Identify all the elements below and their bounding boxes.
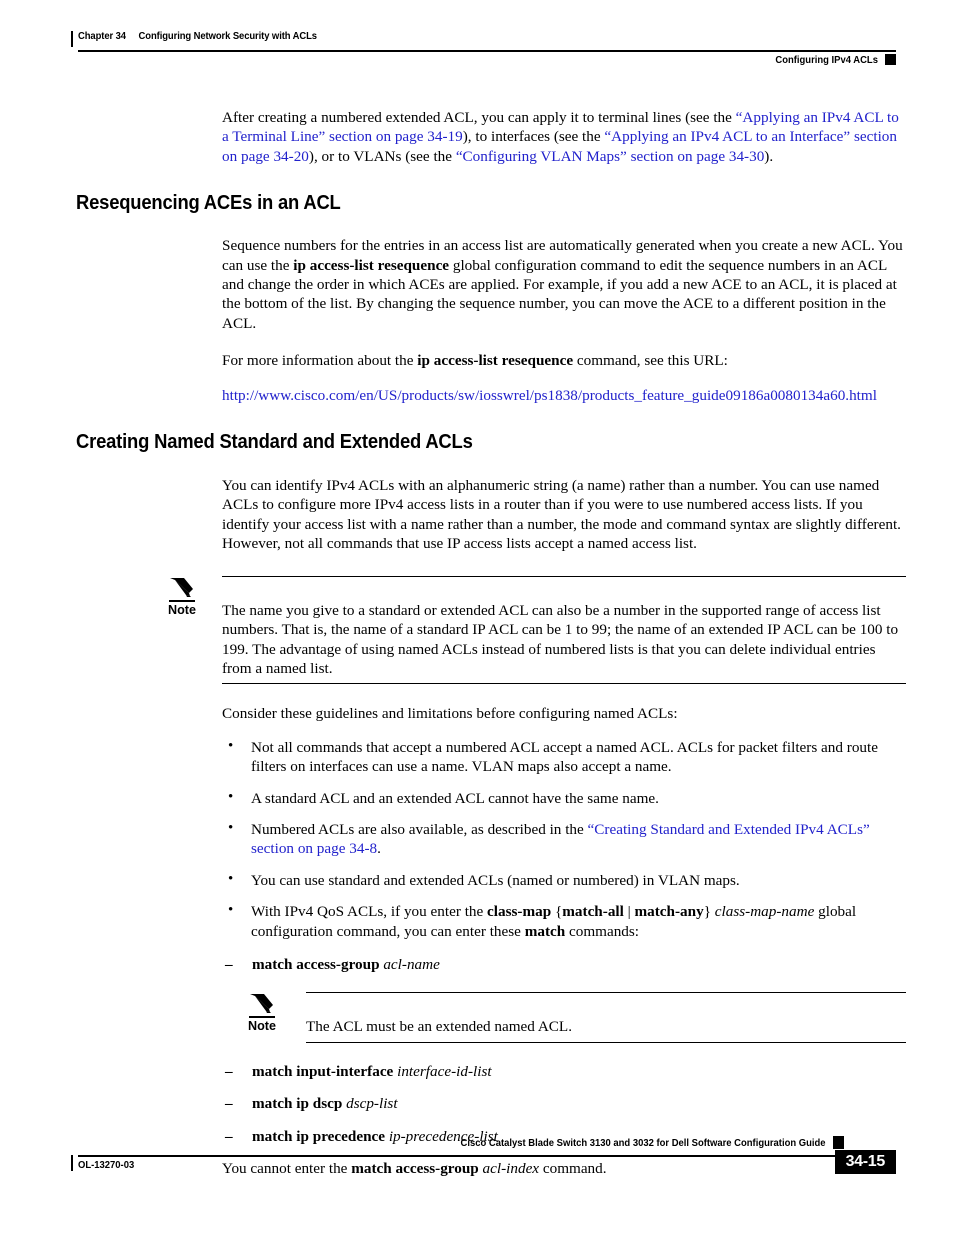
bullet-5-text-2: { <box>551 903 563 921</box>
page-content: After creating a numbered extended ACL, … <box>0 108 954 1192</box>
heading-named-acls-wrapper: Creating Named Standard and Extended ACL… <box>76 431 954 454</box>
note-1-text: The name you give to a standard or exten… <box>222 601 899 677</box>
list-item: • A standard ACL and an extended ACL can… <box>222 789 906 808</box>
named-acls-paragraph-1: You can identify IPv4 ACLs with an alpha… <box>222 477 901 553</box>
list-item: • With IPv4 QoS ACLs, if you enter the c… <box>222 902 906 941</box>
keyword-match-any: match-any <box>634 903 704 921</box>
note-2-gutter: Note <box>248 992 306 1042</box>
heading-creating-named-acls: Creating Named Standard and Extended ACL… <box>76 431 473 454</box>
header-chapter-number: Chapter 34 <box>78 30 126 42</box>
header-section-title: Configuring IPv4 ACLs <box>775 54 878 66</box>
command-class-map: class-map <box>487 903 552 921</box>
bullet-1-text: Not all commands that accept a numbered … <box>251 738 878 776</box>
footer-square-marker <box>833 1136 844 1149</box>
bullet-3-text-2: . <box>377 840 381 858</box>
command-match-input-interface: match input-interface <box>252 1062 394 1080</box>
intro-paragraph-block: After creating a numbered extended ACL, … <box>222 108 906 166</box>
list-item: • You can use standard and extended ACLs… <box>222 871 906 890</box>
named-acls-intro: You can identify IPv4 ACLs with an alpha… <box>222 476 906 554</box>
bullet-3-text-1: Numbered ACLs are also available, as des… <box>251 820 588 838</box>
reseq2-text-2: command, see this URL: <box>573 352 728 370</box>
match-command-list-2: – match input-interface interface-id-lis… <box>222 1062 906 1146</box>
link-configuring-vlan-maps[interactable]: “Configuring VLAN Maps” section on page … <box>456 148 764 165</box>
note-1-icon-underline <box>169 599 195 602</box>
variable-interface-id-list: interface-id-list <box>397 1062 492 1080</box>
bullet-marker-icon: • <box>228 788 234 805</box>
note-1-gutter: Note <box>168 576 222 685</box>
header-chapter-line: Chapter 34 Configuring Network Security … <box>78 30 317 42</box>
resequencing-paragraph-2: For more information about the ip access… <box>222 351 906 370</box>
bullet-2-text: A standard ACL and an extended ACL canno… <box>251 789 659 807</box>
bullet-marker-icon: • <box>228 819 234 836</box>
dash-marker-icon: – <box>225 955 233 973</box>
note-2-label: Note <box>248 1019 276 1034</box>
bullet-marker-icon: • <box>228 902 234 919</box>
list-item: • Numbered ACLs are also available, as d… <box>222 820 906 859</box>
bullet-5-text-6: commands: <box>565 922 640 940</box>
list-item: – match access-group acl-name <box>222 955 906 974</box>
footer-rule <box>78 1155 844 1157</box>
note-2-icon-underline <box>249 1016 275 1019</box>
header-chapter-title: Configuring Network Security with ACLs <box>138 30 318 42</box>
footer-left-tick <box>71 1155 73 1171</box>
header-square-marker <box>885 54 896 65</box>
bullet-marker-icon: • <box>228 870 234 887</box>
pencil-icon <box>249 992 275 1019</box>
bullet-4-text: You can use standard and extended ACLs (… <box>251 871 740 889</box>
match-command-list-1: – match access-group acl-name <box>222 955 906 974</box>
note-1-body: The name you give to a standard or exten… <box>222 575 906 685</box>
variable-acl-name: acl-name <box>383 955 440 973</box>
guidelines-block: Consider these guidelines and limitation… <box>222 704 906 974</box>
heading-resequencing-wrapper: Resequencing ACEs in an ACL <box>76 192 954 215</box>
guidelines-intro: Consider these guidelines and limitation… <box>222 705 678 723</box>
footer-page-number: 34-15 <box>834 1150 896 1174</box>
list-item: • Not all commands that accept a numbere… <box>222 738 906 777</box>
document-page: Chapter 34 Configuring Network Security … <box>0 0 954 1235</box>
dash-marker-icon: – <box>225 1062 233 1080</box>
keyword-match-all: match-all <box>562 903 624 921</box>
link-cisco-feature-guide-url[interactable]: http://www.cisco.com/en/US/products/sw/i… <box>222 386 906 405</box>
intro-paragraph: After creating a numbered extended ACL, … <box>222 108 906 166</box>
command-match-ip-dscp: match ip dscp <box>252 1095 343 1113</box>
header-rule <box>78 50 896 52</box>
command-ip-access-list-resequence-2: ip access-list resequence <box>417 352 574 370</box>
intro-text-2: ), to interfaces (see the <box>462 128 605 146</box>
bullet-5-text-4: } <box>703 903 715 921</box>
command-match: match <box>524 922 566 940</box>
bullet-marker-icon: • <box>228 737 234 754</box>
page-footer: Cisco Catalyst Blade Switch 3130 and 303… <box>0 1136 954 1197</box>
footer-document-number: OL-13270-03 <box>78 1159 135 1171</box>
list-item: – match ip dscp dscp-list <box>222 1094 906 1113</box>
list-item: – match input-interface interface-id-lis… <box>222 1062 906 1081</box>
note-block-2: Note The ACL must be an extended named A… <box>248 992 906 1043</box>
intro-text-1: After creating a numbered extended ACL, … <box>222 109 736 126</box>
guidelines-bullet-list: • Not all commands that accept a numbere… <box>222 738 906 941</box>
note-2-text: The ACL must be an extended named ACL. <box>306 1018 573 1036</box>
bullet-5-text-3: | <box>623 903 635 921</box>
command-ip-access-list-resequence-1: ip access-list resequence <box>293 256 450 274</box>
note-block-1: Note The name you give to a standard or … <box>168 575 906 685</box>
footer-guide-title: Cisco Catalyst Blade Switch 3130 and 303… <box>461 1137 826 1149</box>
command-match-access-group: match access-group <box>252 955 380 973</box>
intro-text-3: ), or to VLANs (see the <box>308 147 456 165</box>
intro-text-4: ). <box>764 147 774 165</box>
heading-resequencing-aces: Resequencing ACEs in an ACL <box>76 192 341 215</box>
bullet-5-text-1: With IPv4 QoS ACLs, if you enter the <box>251 903 488 921</box>
pencil-icon <box>169 576 195 603</box>
variable-class-map-name: class-map-name <box>714 903 815 921</box>
dash-marker-icon: – <box>225 1095 233 1113</box>
header-left-tick <box>71 31 73 47</box>
variable-dscp-list: dscp-list <box>346 1095 398 1113</box>
resequencing-body: Sequence numbers for the entries in an a… <box>222 236 906 405</box>
page-header: Chapter 34 Configuring Network Security … <box>0 30 954 70</box>
note-1-label: Note <box>168 602 196 617</box>
note-2-body: The ACL must be an extended named ACL. <box>306 992 906 1043</box>
reseq2-text-1: For more information about the <box>222 352 418 370</box>
resequencing-paragraph-1: Sequence numbers for the entries in an a… <box>222 236 906 333</box>
